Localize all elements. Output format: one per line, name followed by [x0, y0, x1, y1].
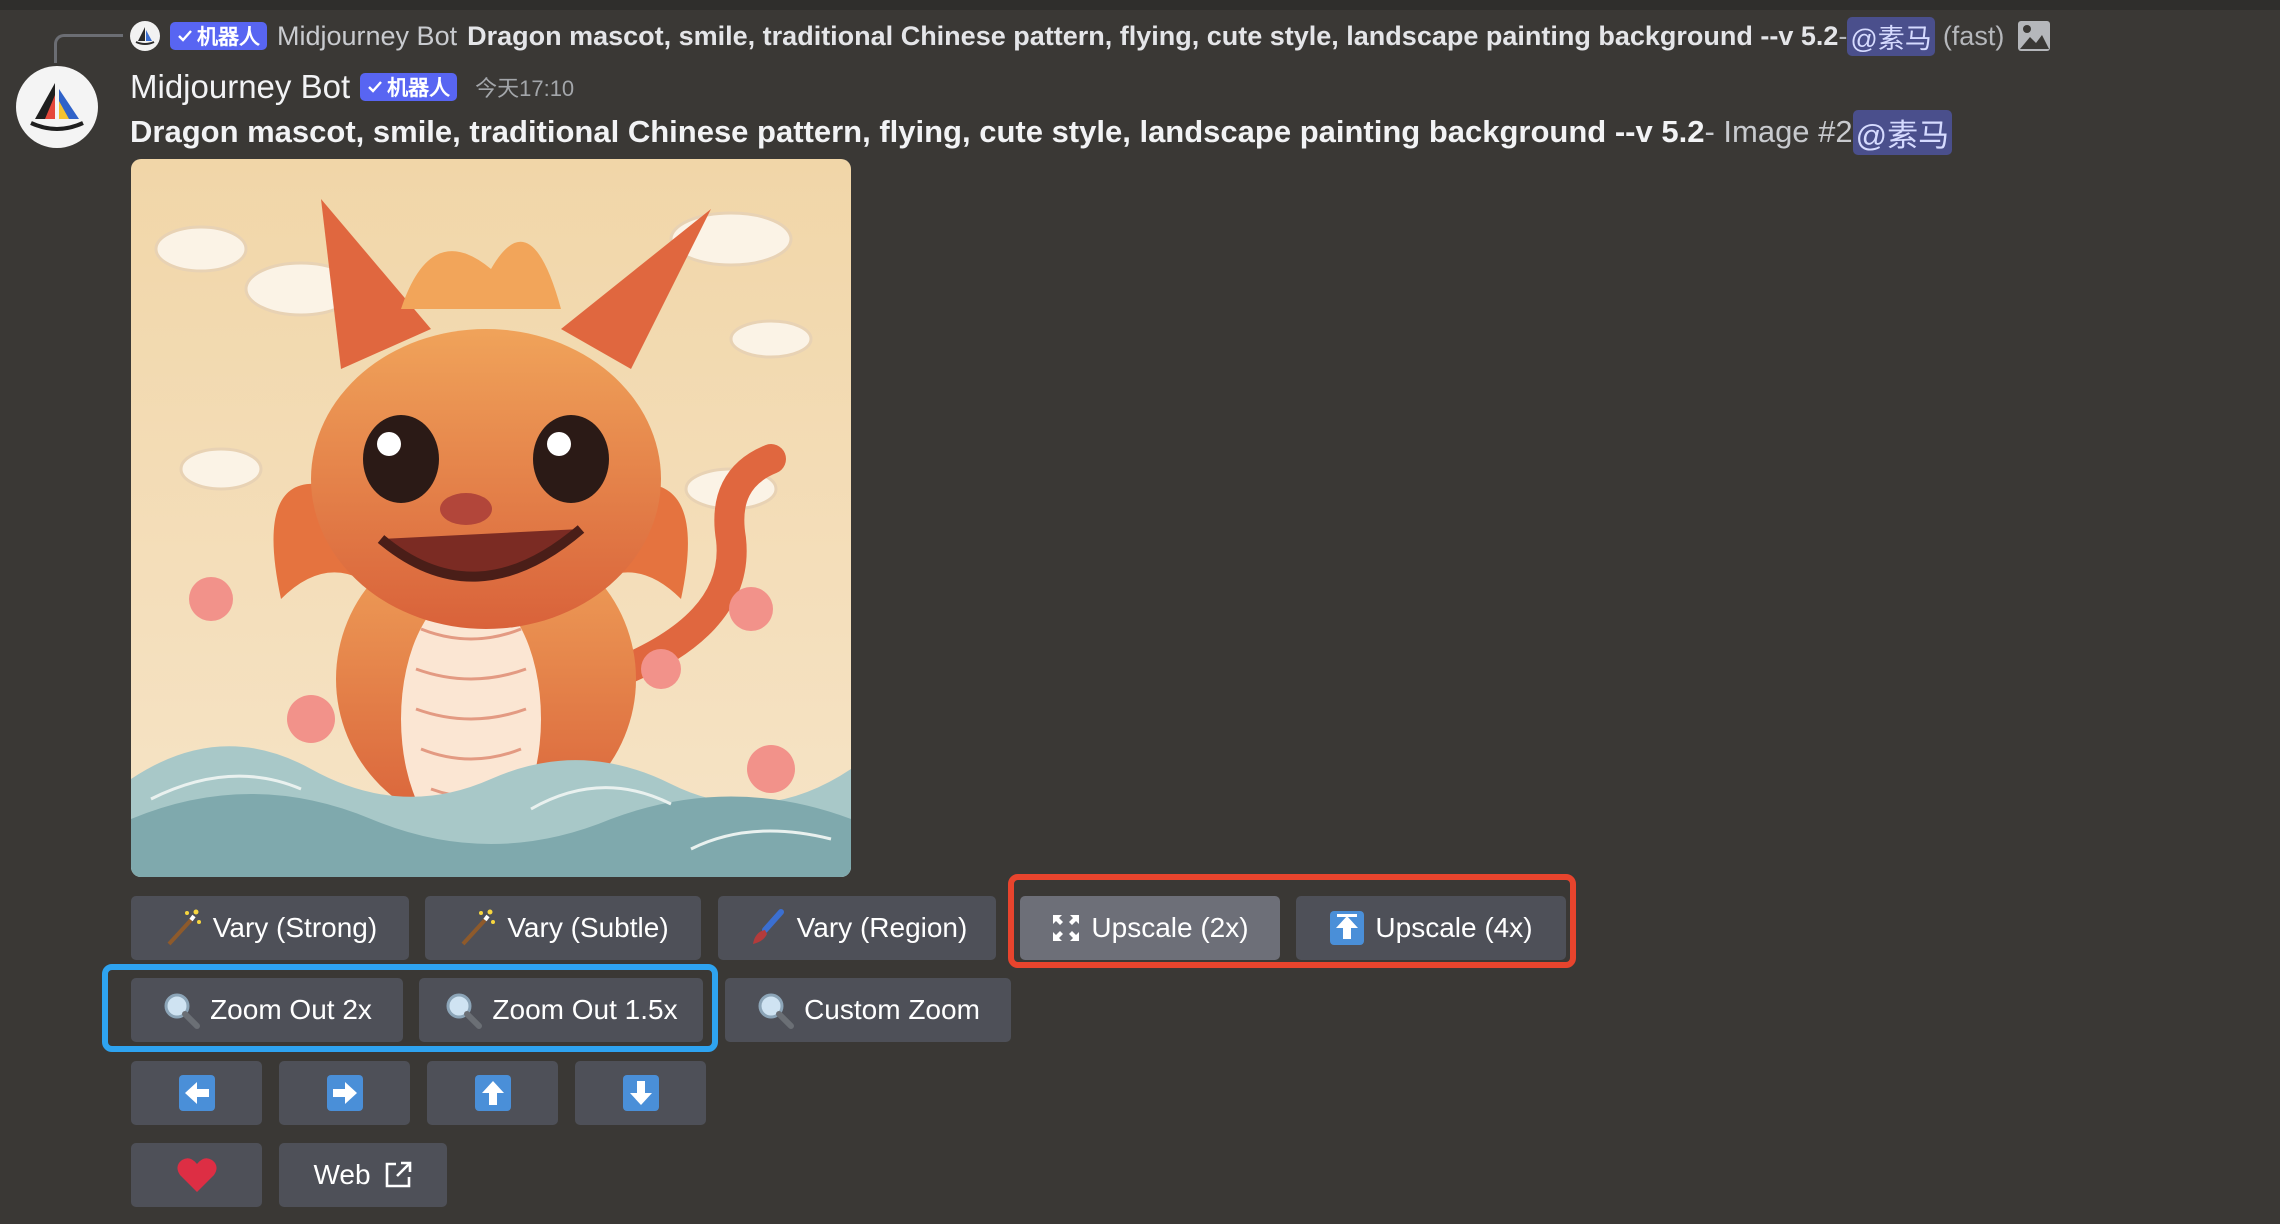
author-avatar[interactable] — [16, 66, 98, 148]
magic-wand-icon — [163, 908, 203, 948]
generated-image[interactable] — [131, 159, 851, 877]
custom-zoom-button[interactable]: Custom Zoom — [725, 978, 1011, 1042]
message-suffix: - Image #2 — [1704, 114, 1853, 149]
message-content: Dragon mascot, smile, traditional Chines… — [130, 109, 1953, 155]
check-icon — [178, 30, 192, 42]
arrow-right-icon — [326, 1074, 364, 1112]
top-divider — [0, 0, 2280, 10]
reply-author[interactable]: Midjourney Bot — [277, 21, 457, 52]
check-icon — [368, 81, 383, 93]
vary-subtle-button[interactable]: Vary (Subtle) — [425, 896, 701, 960]
pan-up-button[interactable] — [427, 1061, 558, 1125]
pan-down-button[interactable] — [575, 1061, 706, 1125]
vary-strong-button[interactable]: Vary (Strong) — [131, 896, 409, 960]
reply-separator: - — [1838, 20, 1848, 51]
reply-avatar-icon[interactable] — [130, 21, 160, 51]
magnifier-icon — [756, 991, 795, 1029]
magic-wand-icon — [457, 908, 497, 948]
external-link-icon — [383, 1160, 413, 1190]
arrow-down-icon — [622, 1074, 660, 1112]
pan-left-button[interactable] — [131, 1061, 262, 1125]
favorite-button[interactable] — [131, 1143, 262, 1207]
custom-zoom-label: Custom Zoom — [804, 994, 980, 1025]
reply-prompt[interactable]: Dragon mascot, smile, traditional Chines… — [467, 21, 1838, 52]
message-prompt: Dragon mascot, smile, traditional Chines… — [130, 114, 1705, 149]
bot-badge-label: 机器人 — [197, 26, 260, 49]
arrow-up-icon — [474, 1074, 512, 1112]
sailboat-logo-icon — [30, 83, 84, 131]
reply-connector — [54, 34, 123, 63]
vary-strong-label: Vary (Strong) — [212, 912, 378, 943]
web-link-button[interactable]: Web — [279, 1143, 447, 1207]
bot-badge: 机器人 — [170, 22, 267, 50]
web-label: Web — [313, 1159, 371, 1190]
bot-badge: 机器人 — [360, 73, 458, 101]
heart-icon — [176, 1156, 218, 1194]
upscale-highlight-box — [1008, 874, 1576, 968]
bot-badge-label: 机器人 — [387, 77, 451, 100]
arrow-left-icon — [178, 1074, 216, 1112]
vary-subtle-label: Vary (Subtle) — [507, 912, 669, 943]
reply-speed: (fast) — [1942, 20, 2005, 51]
zoom-out-highlight-box — [102, 964, 718, 1052]
vary-region-button[interactable]: Vary (Region) — [718, 896, 996, 960]
paintbrush-icon — [747, 908, 787, 948]
image-icon[interactable] — [2016, 19, 2052, 53]
message-header: Midjourney Bot 机器人 今天17:10 — [130, 64, 574, 110]
message-author[interactable]: Midjourney Bot — [130, 68, 350, 106]
message-mention[interactable]: @素马 — [1852, 109, 1953, 155]
reply-mention[interactable]: @素马 — [1847, 16, 1935, 56]
pan-right-button[interactable] — [279, 1061, 410, 1125]
vary-region-label: Vary (Region) — [796, 912, 968, 943]
reply-reference[interactable]: 机器人 Midjourney Bot Dragon mascot, smile,… — [130, 14, 2052, 58]
message-timestamp[interactable]: 今天17:10 — [475, 71, 574, 103]
